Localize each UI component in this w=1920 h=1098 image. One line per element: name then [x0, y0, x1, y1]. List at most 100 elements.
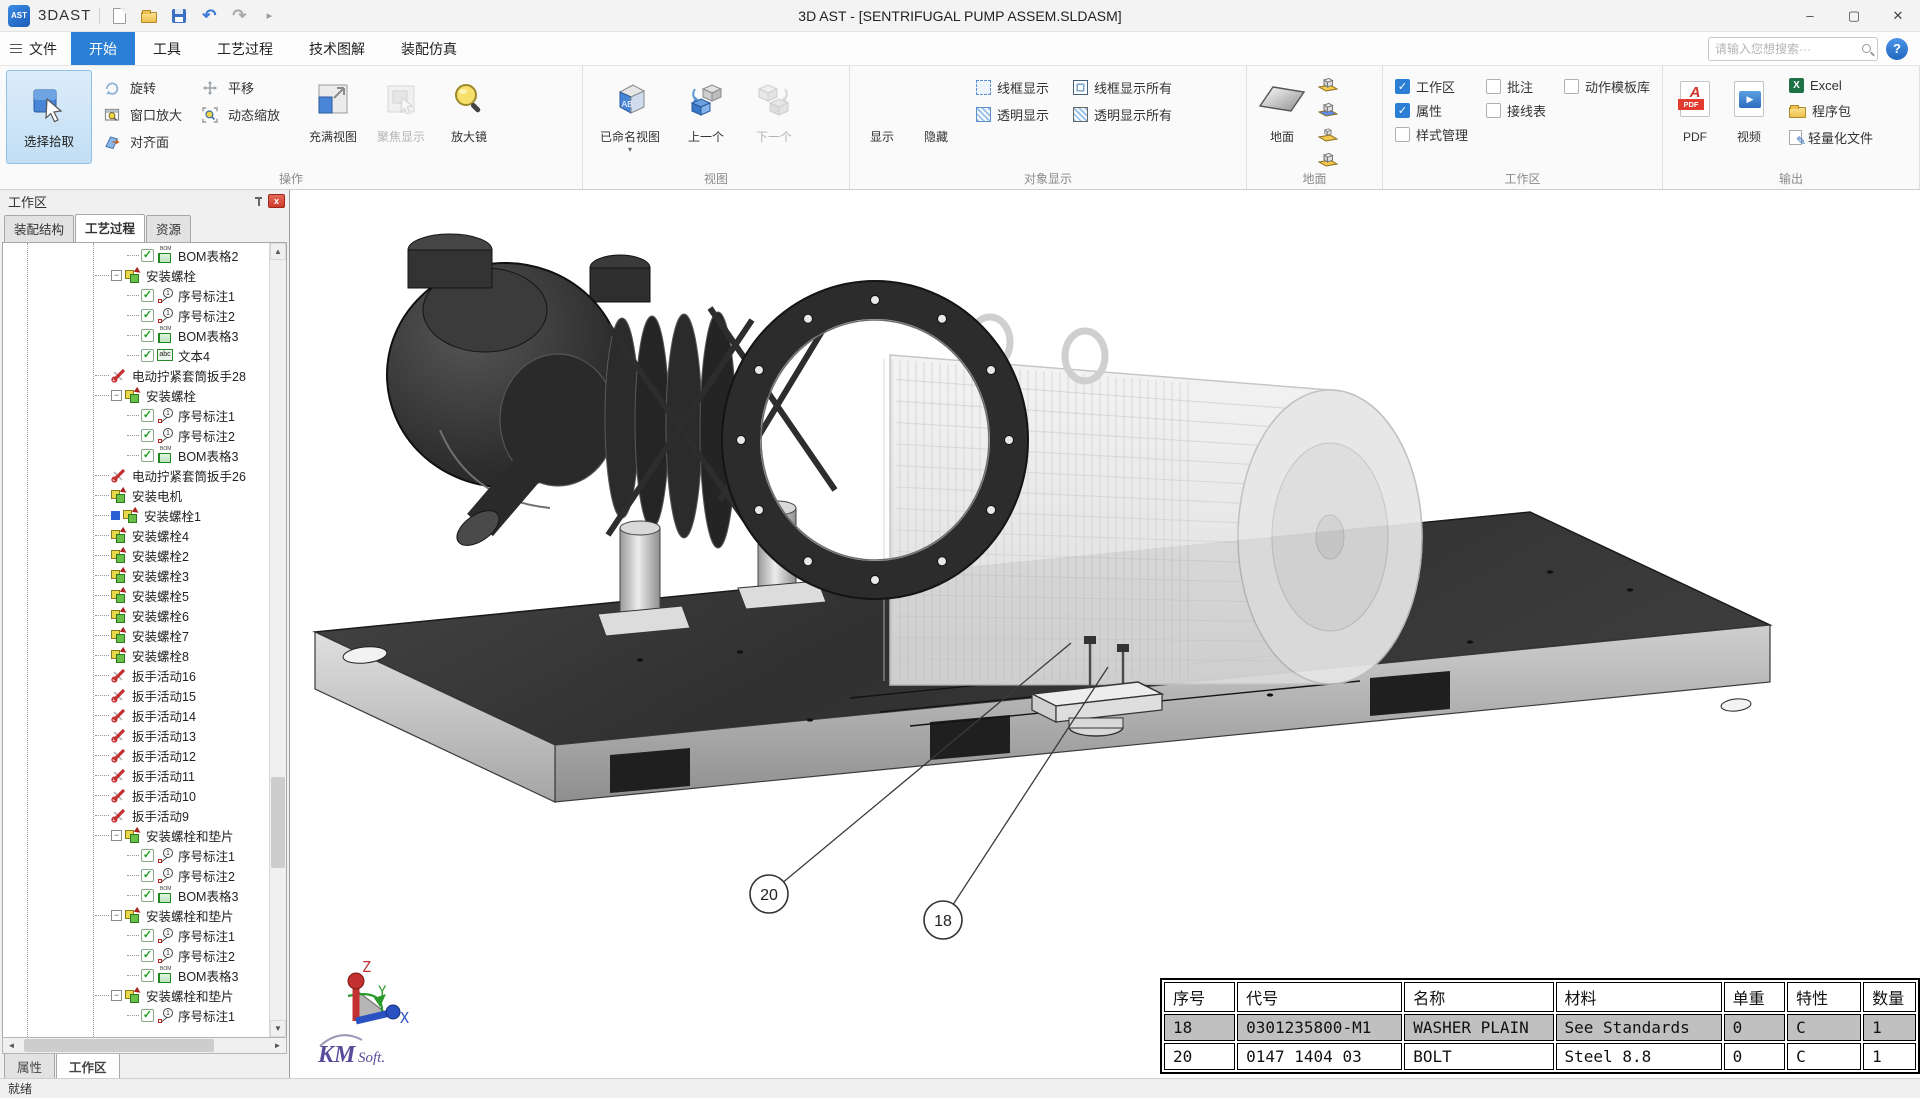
tree-item[interactable]: 扳手活动16 — [3, 665, 269, 685]
tree-item[interactable]: ✓BOMBOM表格3 — [3, 965, 269, 985]
show-button[interactable]: 显示 — [856, 70, 908, 164]
help-button[interactable]: ? — [1886, 38, 1908, 60]
quick-access-more-button[interactable]: ▸ — [258, 5, 280, 27]
tree-checkbox-checked[interactable]: ✓ — [141, 429, 154, 442]
tree-item[interactable]: 扳手活动11 — [3, 765, 269, 785]
tree-item[interactable]: 安装螺栓3 — [3, 565, 269, 585]
window-zoom-button[interactable]: 窗口放大 — [100, 103, 186, 126]
magnifier-button[interactable]: 放大镜 — [436, 70, 502, 164]
focus-display-button[interactable]: 聚焦显示 — [368, 70, 434, 164]
tree-item[interactable]: 安装螺栓7 — [3, 625, 269, 645]
save-button[interactable] — [168, 5, 190, 27]
rotate-button[interactable]: 旋转 — [100, 76, 186, 99]
bom-row[interactable]: 180301235800-M1WASHER PLAINSee Standards… — [1164, 1014, 1916, 1041]
tree-item[interactable]: 安装螺栓1 — [3, 505, 269, 525]
panel-close-button[interactable]: x — [268, 194, 285, 208]
tree-item[interactable]: 电动拧紧套筒扳手28 — [3, 365, 269, 385]
transparent-all-button[interactable]: 透明显示所有 — [1069, 103, 1176, 126]
file-menu-button[interactable]: 文件 — [0, 32, 71, 65]
tab-assembly-simulation[interactable]: 装配仿真 — [383, 32, 475, 65]
collapse-icon[interactable]: − — [111, 830, 122, 841]
tree-item[interactable]: 扳手活动15 — [3, 685, 269, 705]
checkbox-unchecked-icon[interactable] — [1486, 79, 1501, 94]
undo-button[interactable]: ↶ — [198, 5, 220, 27]
tree-item[interactable]: ✓BOMBOM表格3 — [3, 885, 269, 905]
collapse-icon[interactable]: − — [111, 270, 122, 281]
ground-button[interactable]: 地面 — [1253, 70, 1311, 164]
tree-item[interactable]: 安装螺栓8 — [3, 645, 269, 665]
tree-item[interactable]: 扳手活动10 — [3, 785, 269, 805]
scroll-up-icon[interactable]: ▲ — [270, 243, 286, 260]
motor-transparent[interactable] — [884, 317, 1422, 685]
ground-option-2[interactable] — [1315, 101, 1339, 124]
tree-checkbox-checked[interactable]: ✓ — [141, 949, 154, 962]
align-face-button[interactable]: 对齐面 — [100, 130, 186, 153]
minimize-button[interactable]: – — [1788, 0, 1832, 31]
tree-item[interactable]: −安装螺栓和垫片 — [3, 825, 269, 845]
pin-icon[interactable] — [253, 195, 264, 208]
tree-item[interactable]: −安装螺栓 — [3, 385, 269, 405]
scroll-left-icon[interactable]: ◄ — [3, 1038, 20, 1053]
wireframe-all-button[interactable]: 线框显示所有 — [1069, 76, 1176, 99]
export-excel-button[interactable]: X Excel — [1785, 76, 1877, 95]
tree-item[interactable]: ✓1序号标注2 — [3, 865, 269, 885]
tree-checkbox-checked[interactable]: ✓ — [141, 969, 154, 982]
tree-item[interactable]: ✓1序号标注2 — [3, 425, 269, 445]
tree-checkbox-checked[interactable]: ✓ — [141, 309, 154, 322]
tree-checkbox-checked[interactable]: ✓ — [141, 849, 154, 862]
tree-checkbox-checked[interactable]: ✓ — [141, 929, 154, 942]
hide-button[interactable]: 隐藏 — [910, 70, 962, 164]
tree-item[interactable]: 安装螺栓5 — [3, 585, 269, 605]
tree-item[interactable]: 扳手活动13 — [3, 725, 269, 745]
tree-item[interactable]: ✓1序号标注1 — [3, 285, 269, 305]
checkbox-工作区[interactable]: ✓工作区 — [1395, 74, 1468, 98]
new-document-button[interactable] — [108, 5, 130, 27]
transparent-display-button[interactable]: 透明显示 — [972, 103, 1053, 126]
tree-item[interactable]: ✓1序号标注1 — [3, 925, 269, 945]
export-lightweight-file-button[interactable]: 轻量化文件 — [1785, 126, 1877, 149]
checkbox-样式管理[interactable]: 样式管理 — [1395, 122, 1468, 146]
tree-item[interactable]: 扳手活动9 — [3, 805, 269, 825]
tree-item[interactable]: ✓1序号标注1 — [3, 1005, 269, 1025]
checkbox-unchecked-icon[interactable] — [1395, 127, 1410, 142]
tree-checkbox-checked[interactable]: ✓ — [141, 449, 154, 462]
tree-horizontal-scrollbar[interactable]: ◄ ► — [2, 1037, 287, 1054]
fit-view-button[interactable]: 充满视图 — [300, 70, 366, 164]
tree-item[interactable]: ✓1序号标注2 — [3, 305, 269, 325]
tree-item[interactable]: ✓BOMBOM表格3 — [3, 445, 269, 465]
tree-checkbox-checked[interactable]: ✓ — [141, 289, 154, 302]
tree-vertical-scrollbar[interactable]: ▲ ▼ — [269, 243, 286, 1037]
tab-resources[interactable]: 资源 — [146, 215, 191, 242]
dynamic-zoom-button[interactable]: 动态缩放 — [198, 103, 284, 126]
export-package-button[interactable]: 程序包 — [1785, 99, 1877, 122]
tab-assembly-structure[interactable]: 装配结构 — [4, 215, 74, 242]
open-file-button[interactable] — [138, 5, 160, 27]
tree-checkbox-checked[interactable]: ✓ — [141, 249, 154, 262]
tab-technical-illustration[interactable]: 技术图解 — [291, 32, 383, 65]
tree-item[interactable]: −安装螺栓 — [3, 265, 269, 285]
checkbox-unchecked-icon[interactable] — [1564, 79, 1579, 94]
tab-workspace[interactable]: 工作区 — [56, 1054, 120, 1081]
tree-item[interactable]: 电动拧紧套筒扳手26 — [3, 465, 269, 485]
wireframe-display-button[interactable]: 线框显示 — [972, 76, 1053, 99]
collapse-icon[interactable]: − — [111, 910, 122, 921]
tree-item[interactable]: 安装电机 — [3, 485, 269, 505]
tab-tools[interactable]: 工具 — [135, 32, 199, 65]
ground-option-1[interactable] — [1315, 76, 1339, 99]
checkbox-接线表[interactable]: 接线表 — [1486, 98, 1546, 122]
checkbox-属性[interactable]: ✓属性 — [1395, 98, 1468, 122]
tree-checkbox-checked[interactable]: ✓ — [141, 409, 154, 422]
viewport-3d[interactable]: 20 18 Z Y X — [290, 190, 1920, 1078]
collapse-icon[interactable]: − — [111, 390, 122, 401]
tree-item[interactable]: −安装螺栓和垫片 — [3, 985, 269, 1005]
named-views-dropdown-icon[interactable]: ▾ — [628, 145, 632, 154]
tree-checkbox-checked[interactable]: ✓ — [141, 869, 154, 882]
search-input[interactable] — [1715, 42, 1856, 56]
checkbox-批注[interactable]: 批注 — [1486, 74, 1546, 98]
tree-checkbox-checked[interactable]: ✓ — [141, 889, 154, 902]
export-pdf-button[interactable]: APDF PDF — [1669, 70, 1721, 164]
tree-item[interactable]: 扳手活动14 — [3, 705, 269, 725]
tree-item[interactable]: ✓1序号标注1 — [3, 845, 269, 865]
collapse-icon[interactable]: − — [111, 990, 122, 1001]
scrollbar-thumb[interactable] — [24, 1039, 214, 1052]
